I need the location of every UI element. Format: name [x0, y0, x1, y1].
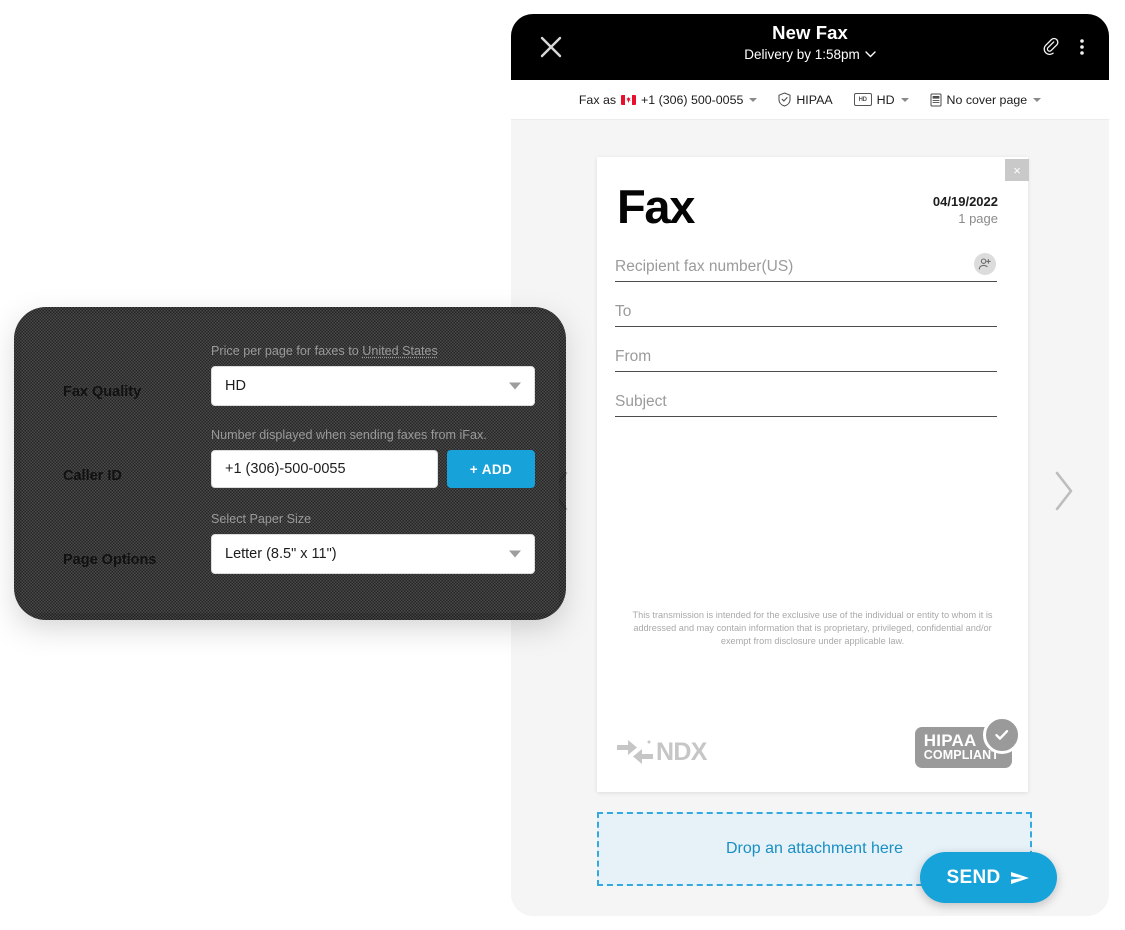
fax-quality-hint: Price per page for faxes to United State… [211, 344, 535, 358]
paperclip-icon[interactable] [1041, 36, 1061, 58]
fax-as-selector[interactable]: Fax as +1 (306) 500-0055 [579, 93, 758, 107]
send-arrow-icon [1010, 871, 1029, 884]
from-field-row [615, 348, 1031, 373]
paper-size-value: Letter (8.5" x 11") [225, 546, 337, 562]
hipaa-badge-line2: COMPLIANT [923, 748, 999, 763]
document-icon [930, 93, 942, 106]
chevron-down-icon [509, 382, 521, 390]
fax-options-bar: Fax as +1 (306) 500-0055 HIPAA HD HD No … [511, 80, 1109, 120]
setting-row-fax-quality: Fax Quality Price per page for faxes to … [63, 344, 535, 416]
setting-row-caller-id: Caller ID Number displayed when sending … [63, 428, 535, 500]
chevron-down-icon [509, 550, 521, 558]
chevron-down-icon [900, 97, 909, 102]
cover-page-selector[interactable]: No cover page [930, 93, 1042, 107]
more-vertical-icon[interactable] [1072, 36, 1092, 58]
send-button-label: SEND [946, 866, 1001, 888]
fax-content-area: × Fax 04/19/2022 1 page Recipient fax nu… [511, 120, 1109, 916]
recipient-field-row [615, 253, 1031, 283]
paper-size-select[interactable]: Letter (8.5" x 11") [211, 534, 535, 574]
hd-badge-icon: HD [853, 93, 872, 106]
fax-titlebar: New Fax Delivery by 1:58pm [511, 14, 1109, 80]
cover-page-label: No cover page [946, 92, 1028, 107]
titlebar-actions [1041, 36, 1092, 58]
chevron-down-icon [865, 51, 876, 58]
ndx-logo-text: NDX [656, 737, 707, 766]
fax-page-count: 1 page [958, 211, 998, 226]
window-title: New Fax [772, 22, 848, 43]
hipaa-compliant-badge: HIPAA COMPLIANT [914, 715, 1021, 768]
page-options-hint: Select Paper Size [211, 512, 312, 526]
ndx-arrows-logo-icon [617, 740, 653, 764]
ndx-logo: NDX [615, 736, 707, 768]
hipaa-label: HIPAA [796, 92, 833, 107]
page-options-label: Page Options [63, 552, 157, 568]
fax-quality-label: Fax Quality [63, 384, 142, 400]
hint-prefix: Price per page for faxes to [211, 344, 363, 358]
subject-field-row [615, 393, 1031, 418]
page-title: Fax [617, 180, 695, 233]
fax-disclaimer: This transmission is intended for the ex… [632, 610, 993, 647]
chevron-down-icon [749, 97, 758, 102]
fax-quality-selector[interactable]: HD HD [853, 92, 909, 107]
fax-quality-value: HD [225, 378, 246, 394]
fax-settings-panel: Fax Quality Price per page for faxes to … [14, 307, 566, 620]
shield-check-icon [778, 92, 791, 107]
fax-page-meta: 04/19/2022 1 page [933, 185, 998, 226]
fax-fields [615, 253, 1031, 418]
fax-date: 04/19/2022 [932, 194, 998, 209]
chevron-right-icon[interactable] [1050, 468, 1076, 514]
screenshot-root: New Fax Delivery by 1:58pm Fax as +1 (30… [0, 0, 1125, 930]
hipaa-indicator[interactable]: HIPAA [778, 92, 833, 107]
fax-as-number: +1 (306) 500-0055 [641, 92, 744, 107]
fax-quality-select[interactable]: HD [211, 366, 535, 406]
caller-id-label: Caller ID [63, 468, 122, 484]
titlebar-center: New Fax Delivery by 1:58pm [511, 22, 1109, 64]
close-x-icon[interactable]: × [1005, 159, 1029, 181]
canada-flag-icon [621, 94, 637, 105]
dropzone-label: Drop an attachment here [726, 840, 903, 857]
check-circle-icon [983, 715, 1021, 754]
from-input[interactable] [615, 348, 1031, 367]
hint-link-united-states[interactable]: United States [362, 344, 438, 358]
fax-quality-label: HD [876, 92, 895, 107]
delivery-time-label: Delivery by 1:58pm [744, 47, 860, 62]
new-fax-window: New Fax Delivery by 1:58pm Fax as +1 (30… [511, 14, 1109, 916]
add-caller-id-button[interactable]: + ADD [447, 450, 535, 488]
to-input[interactable] [615, 303, 1031, 322]
fax-page-footer: NDX HIPAA COMPLIANT [615, 715, 1021, 768]
send-button[interactable]: SEND [920, 852, 1057, 903]
caller-id-hint: Number displayed when sending faxes from… [211, 428, 487, 442]
fax-page-header: Fax 04/19/2022 1 page [615, 180, 998, 233]
recipient-fax-number-input[interactable] [615, 258, 1031, 277]
caller-id-input[interactable] [211, 450, 438, 488]
delivery-time-selector[interactable]: Delivery by 1:58pm [744, 47, 876, 62]
fax-as-label: Fax as [578, 92, 617, 107]
fax-page-preview: × Fax 04/19/2022 1 page Recipient fax nu… [597, 157, 1031, 792]
setting-row-page-options: Page Options Select Paper Size Letter (8… [63, 512, 535, 584]
chevron-down-icon [1033, 97, 1042, 102]
to-field-row [615, 303, 1031, 328]
subject-input[interactable] [615, 393, 1031, 412]
fax-page-body: Fax 04/19/2022 1 page [597, 157, 1031, 418]
